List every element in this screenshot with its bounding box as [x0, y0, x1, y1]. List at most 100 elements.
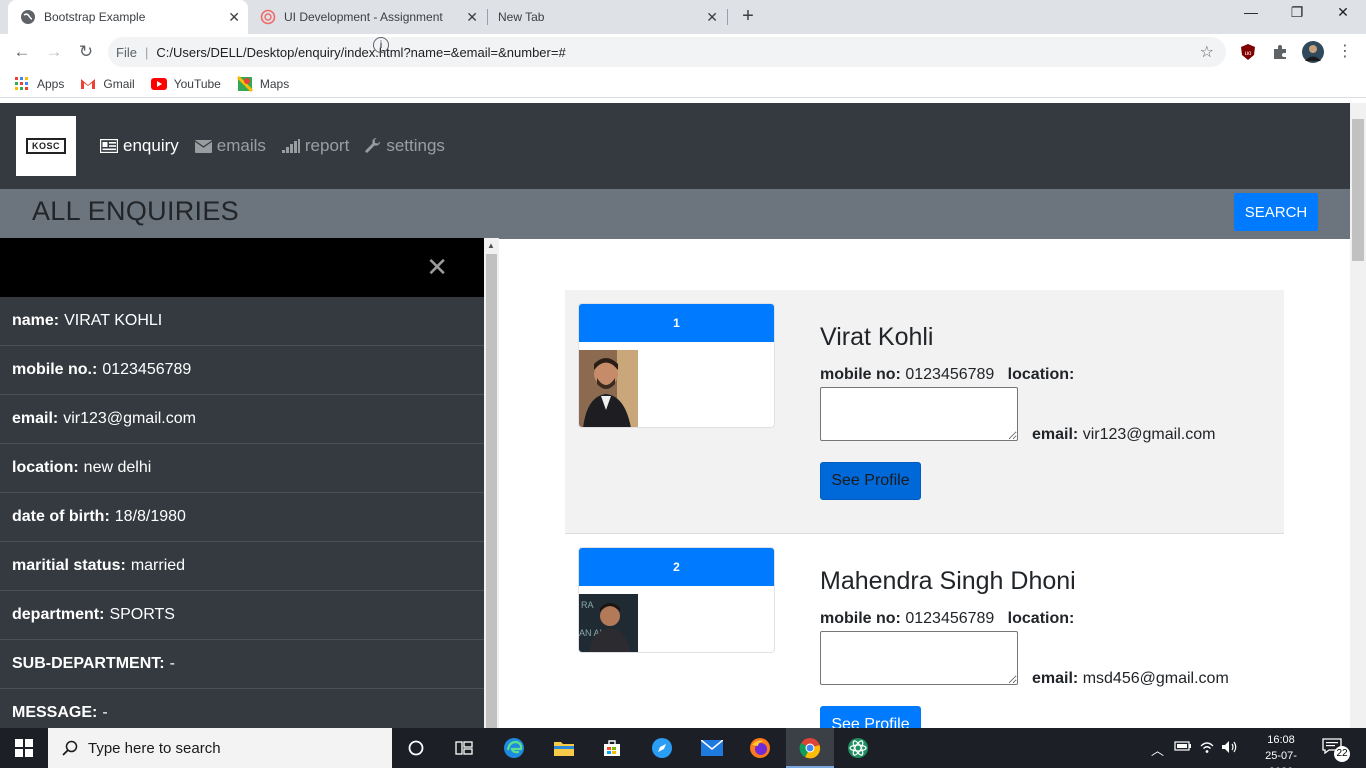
bookmark-label: Maps	[259, 76, 290, 91]
detail-value: new delhi	[83, 459, 152, 476]
edge-icon[interactable]	[502, 736, 526, 760]
safari-compass-icon[interactable]	[650, 736, 674, 760]
enquiry-card: 1 Virat Kohli mobile no: 0123456789 loca…	[565, 290, 1284, 534]
nav-label: emails	[216, 136, 266, 155]
nav-emails[interactable]: emails	[194, 136, 266, 156]
taskbar-search-box[interactable]: Type here to search	[48, 728, 392, 768]
close-window-icon[interactable]: ✕	[1328, 4, 1358, 21]
bookmark-gmail[interactable]: Gmail	[80, 77, 135, 91]
mail-icon[interactable]	[700, 736, 724, 760]
extensions-puzzle-icon[interactable]	[1271, 43, 1289, 61]
file-explorer-icon[interactable]	[552, 736, 576, 760]
page-scrollbar[interactable]	[1350, 103, 1366, 728]
tab-ui-development[interactable]: UI Development - Assignment ✕	[248, 0, 486, 34]
bookmark-star-icon[interactable]: ☆	[1200, 42, 1214, 62]
notification-center-icon[interactable]: 22	[1322, 738, 1350, 762]
close-icon[interactable]: ✕	[426, 254, 448, 280]
scrollbar-thumb[interactable]	[1352, 119, 1364, 261]
chrome-icon[interactable]	[798, 736, 822, 760]
minimize-icon[interactable]: —	[1236, 4, 1266, 20]
system-clock[interactable]: 16:08 25-07-2020	[1256, 732, 1306, 780]
firefox-icon[interactable]	[748, 736, 772, 760]
main-nav: enquiry emails report settings	[100, 136, 461, 156]
restore-icon[interactable]: ❐	[1282, 4, 1312, 21]
cortana-icon[interactable]	[404, 736, 428, 760]
close-tab-icon[interactable]: ✕	[466, 9, 478, 26]
battery-icon[interactable]	[1174, 740, 1192, 755]
chevron-up-icon[interactable]: ︿	[1151, 740, 1164, 759]
atom-editor-icon[interactable]	[846, 736, 870, 760]
scroll-up-arrow-icon[interactable]: ▲	[487, 241, 495, 250]
nav-settings[interactable]: settings	[365, 136, 445, 156]
detail-value: vir123@gmail.com	[63, 410, 196, 427]
top-navbar: KOSC enquiry emails report settings	[0, 103, 1350, 189]
windows-taskbar: Type here to search ︿ 16:08 25-07-2020 2…	[0, 728, 1366, 778]
detail-value: -	[169, 655, 175, 672]
tab-new-tab[interactable]: New Tab ✕	[486, 0, 726, 34]
bookmark-apps[interactable]: Apps	[14, 76, 65, 91]
details-panel-scrollbar[interactable]: ▲	[484, 238, 499, 728]
bookmark-maps[interactable]: Maps	[236, 75, 290, 92]
close-tab-icon[interactable]: ✕	[706, 9, 718, 26]
detail-row-mobile: mobile no.: 0123456789	[0, 346, 484, 395]
bookmark-youtube[interactable]: YouTube	[150, 77, 221, 91]
page-title: ALL ENQUIRIES	[32, 196, 239, 226]
address-url: C:/Users/DELL/Desktop/enquiry/index.html…	[156, 44, 566, 60]
wifi-icon[interactable]	[1199, 740, 1215, 757]
nav-report[interactable]: report	[281, 136, 349, 156]
email-value: msd456@gmail.com	[1082, 670, 1229, 687]
close-tab-icon[interactable]: ✕	[228, 9, 240, 26]
windows-start-icon[interactable]	[12, 736, 36, 760]
forward-arrow-icon[interactable]: →	[42, 40, 66, 64]
location-textarea[interactable]	[820, 631, 1018, 685]
enquiry-thumbnail-card: 2 RA AN AI	[578, 547, 775, 653]
location-label: location:	[1007, 366, 1075, 383]
scrollbar-thumb[interactable]	[486, 254, 497, 728]
id-card-icon	[100, 139, 118, 153]
globe-icon	[20, 9, 36, 25]
notification-count-badge: 22	[1334, 746, 1350, 762]
mobile-label: mobile no:	[820, 610, 901, 627]
new-tab-button[interactable]: +	[738, 5, 758, 27]
info-icon[interactable]: i	[373, 37, 389, 53]
brand-logo[interactable]: KOSC	[16, 116, 76, 176]
email-value: vir123@gmail.com	[1082, 426, 1216, 443]
enquiry-thumbnail-card: 1	[578, 303, 775, 428]
enquiry-email-line: email: vir123@gmail.com	[1032, 426, 1215, 444]
profile-avatar[interactable]	[1302, 41, 1324, 63]
browser-tab-strip: Bootstrap Example ✕ UI Development - Ass…	[0, 0, 1366, 34]
envelope-icon	[194, 139, 212, 153]
detail-key: maritial status:	[12, 557, 126, 574]
search-button[interactable]: SEARCH	[1234, 193, 1318, 231]
nav-enquiry[interactable]: enquiry	[100, 136, 179, 156]
detail-value: VIRAT KOHLI	[64, 312, 163, 329]
task-view-icon[interactable]	[452, 736, 476, 760]
bookmark-label: Apps	[37, 76, 65, 91]
detail-row-name: name: VIRAT KOHLI	[0, 297, 484, 346]
detail-value: SPORTS	[109, 606, 175, 623]
detail-value: -	[102, 704, 108, 721]
store-icon[interactable]	[600, 736, 624, 760]
detail-row-department: department: SPORTS	[0, 591, 484, 640]
mobile-value: 0123456789	[905, 366, 995, 383]
detail-key: email:	[12, 410, 59, 427]
search-icon	[62, 740, 78, 756]
volume-icon[interactable]	[1221, 740, 1239, 757]
more-menu-icon[interactable]: ⋮	[1336, 43, 1354, 61]
detail-row-dob: date of birth: 18/8/1980	[0, 493, 484, 542]
tab-bootstrap-example[interactable]: Bootstrap Example ✕	[8, 0, 248, 34]
clock-time: 16:08	[1267, 734, 1295, 746]
back-arrow-icon[interactable]: ←	[10, 40, 34, 64]
detail-value: married	[130, 557, 186, 574]
location-textarea[interactable]	[820, 387, 1018, 441]
reload-icon[interactable]: ↻	[74, 40, 98, 64]
see-profile-button[interactable]: See Profile	[820, 706, 921, 728]
tab-separator	[727, 9, 728, 25]
nav-label: enquiry	[123, 136, 179, 155]
detail-value: 18/8/1980	[114, 508, 186, 525]
ublock-icon[interactable]: uo	[1239, 43, 1257, 61]
detail-key: mobile no.:	[12, 361, 98, 378]
address-bar[interactable]: i File | C:/Users/DELL/Desktop/enquiry/i…	[108, 37, 1226, 67]
detail-key: name:	[12, 312, 60, 329]
see-profile-button[interactable]: See Profile	[820, 462, 921, 500]
